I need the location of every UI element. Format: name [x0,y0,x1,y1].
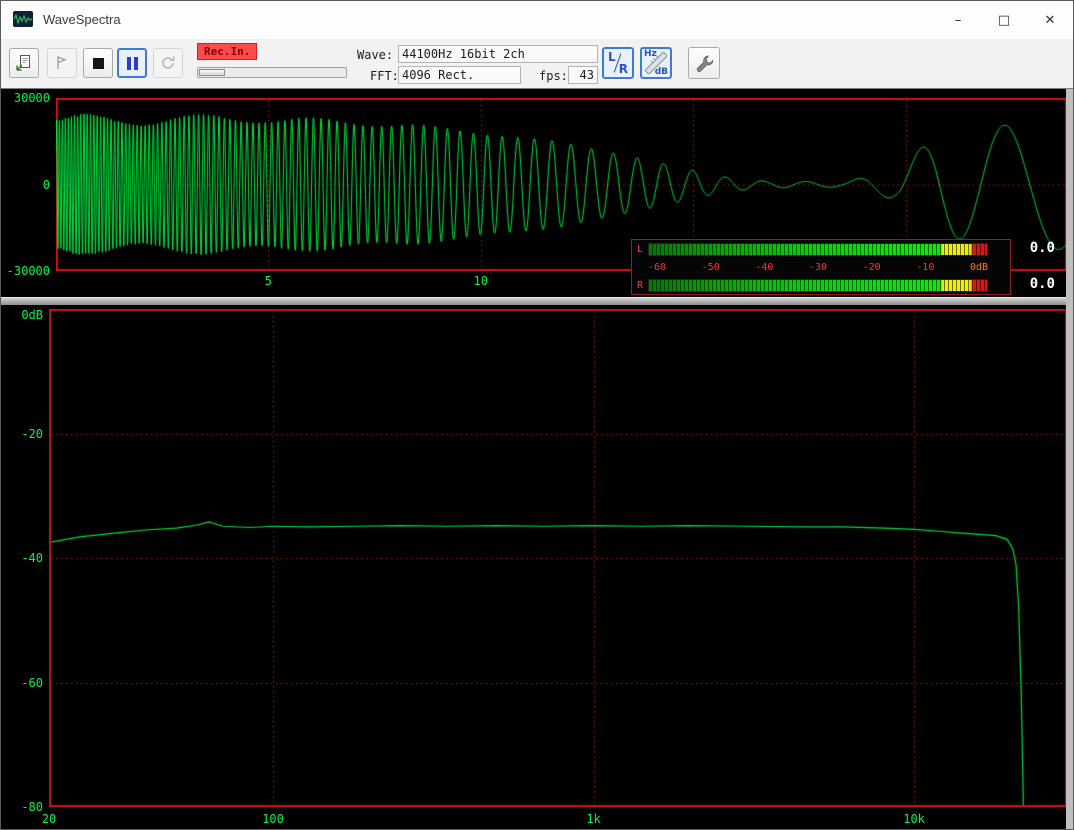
window-right-edge [1066,89,1073,830]
meter-scale-label: -50 [702,260,720,275]
meter-right-value: 0.0 [1009,276,1055,292]
wave-ytick-30000: 30000 [4,91,50,105]
maximize-button[interactable]: □ [981,1,1027,39]
meter-scale-label: -30 [809,260,827,275]
meter-left-label: L [637,243,643,256]
meter-right-label: R [637,279,643,292]
hz-db-scale-button[interactable]: Hz dB [640,47,672,79]
meter-scale-label: -40 [755,260,773,275]
fps-field[interactable]: 43 [568,66,598,84]
panel-splitter[interactable] [1,297,1074,305]
wave-ytick-0: 0 [4,178,50,192]
play-button[interactable] [47,48,77,78]
open-file-button[interactable] [9,48,39,78]
repeat-button[interactable] [153,48,183,78]
position-slider[interactable] [197,67,347,78]
titlebar: WaveSpectra – □ ✕ [1,1,1073,39]
stop-button[interactable] [83,48,113,78]
spec-ytick--40: -40 [3,551,43,565]
repeat-icon [160,55,176,71]
fft-label: FFT: [370,68,399,84]
fps-label: fps: [539,68,568,84]
fft-settings-field[interactable]: 4096 Rect. [398,66,521,84]
waveform-panel: L -60 -50 -40 -30 -20 -10 0dB R 0.0 0.0 … [1,89,1074,297]
spec-xtick-10k: 10k [903,812,925,826]
app-icon [13,11,33,27]
spectrum-canvas [49,309,1067,807]
wave-xtick-10: 10 [474,274,488,288]
meter-left-value: 0.0 [1009,240,1055,256]
spec-ytick--80: -80 [3,800,43,814]
spec-ytick--20: -20 [3,427,43,441]
spec-ytick-0dB: 0dB [3,308,43,322]
close-button[interactable]: ✕ [1027,1,1073,39]
spec-xtick-1k: 1k [586,812,600,826]
wave-xtick-5: 5 [265,274,272,288]
slider-thumb[interactable] [199,69,225,76]
pause-button[interactable] [117,48,147,78]
minimize-button[interactable]: – [935,1,981,39]
meter-bar-right [648,279,988,292]
level-meter: L -60 -50 -40 -30 -20 -10 0dB R [631,239,1011,295]
window-title: WaveSpectra [43,12,121,27]
spectrum-panel: 0dB -20 -40 -60 -8020 100 1k 10k [1,305,1074,830]
meter-scale-label: -60 [648,260,666,275]
play-flag-icon [54,55,70,71]
lr-channel-button[interactable]: L R [602,47,634,79]
spec-xtick-100: 100 [262,812,284,826]
rec-in-indicator: Rec.In. [197,43,257,60]
settings-button[interactable] [688,47,720,79]
wave-ytick--30000: -30000 [4,264,50,278]
window-controls: – □ ✕ [935,1,1073,39]
stop-icon [93,58,104,69]
lr-icon: L R [604,49,632,77]
meter-scale-label: -20 [863,260,881,275]
hz-db-icon: Hz dB [642,49,670,77]
meter-scale: -60 -50 -40 -30 -20 -10 0dB [648,260,988,275]
toolbar: Rec.In. Wave: 44100Hz 16bit 2ch FFT: 409… [1,39,1073,89]
pause-icon [127,57,138,70]
wrench-icon [695,54,714,73]
spec-xtick-20: 20 [42,812,56,826]
wave-label: Wave: [357,47,393,63]
spec-ytick--60: -60 [3,676,43,690]
wavespectra-window: WaveSpectra – □ ✕ [0,0,1074,830]
open-file-icon [15,54,33,72]
meter-scale-label: 0dB [970,260,988,275]
meter-bar-left [648,243,988,256]
wave-format-field[interactable]: 44100Hz 16bit 2ch [398,45,598,63]
meter-scale-label: -10 [916,260,934,275]
